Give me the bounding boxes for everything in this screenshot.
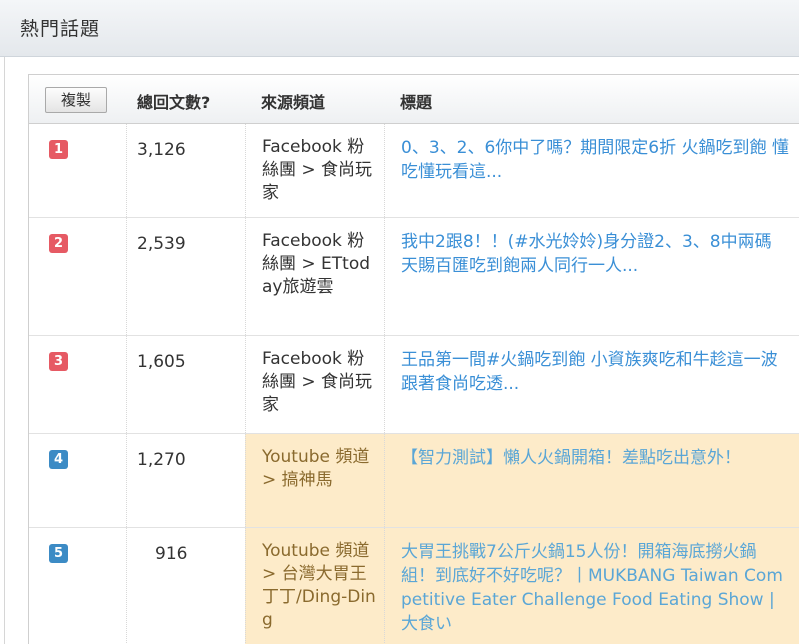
count-cell: 1,605 (126, 336, 245, 433)
rank-badge: 5 (49, 544, 68, 563)
header-source: 來源頻道 (261, 93, 326, 112)
title-cell: 0、3、2、6你中了嗎？期間限定6折 火鍋吃到飽 懂吃懂玩看這... (384, 124, 799, 217)
table-row: 4 1,270 Youtube 頻道 > 搞神馬 【智力測試】懶人火鍋開箱！差點… (29, 434, 799, 528)
header-count[interactable]: 總回文數? (137, 89, 210, 113)
source-cell: Facebook 粉絲團 > ETtoday旅遊雲 (245, 218, 384, 335)
source-channel: Facebook 粉絲團 > 食尚玩家 (262, 349, 373, 415)
rank-cell: 4 (29, 434, 126, 527)
hot-topics-table: 複製 總回文數? 來源頻道 標題 1 3,126 Facebook 粉絲團 > … (28, 74, 799, 644)
count-cell: 2,539 (126, 218, 245, 335)
table-row: 1 3,126 Facebook 粉絲團 > 食尚玩家 0、3、2、6你中了嗎？… (29, 124, 799, 218)
title-cell: 我中2跟8！！(#水光姈姈)身分證2、3、8中兩碼 天賜百匯吃到飽兩人同行一人.… (384, 218, 799, 335)
source-channel: Facebook 粉絲團 > ETtoday旅遊雲 (262, 231, 371, 297)
source-cell: Youtube 頻道 > 台灣大胃王丁丁/Ding-Ding (245, 528, 384, 644)
source-channel: Youtube 頻道 > 台灣大胃王丁丁/Ding-Ding (262, 541, 376, 630)
topic-title-link[interactable]: 大胃王挑戰7公斤火鍋15人份！開箱海底撈火鍋組！到底好不好吃呢？丨MUKBANG… (401, 540, 789, 636)
rank-badge: 4 (49, 450, 68, 469)
source-cell: Facebook 粉絲團 > 食尚玩家 (245, 336, 384, 433)
topic-title-link[interactable]: 王品第一間#火鍋吃到飽 小資族爽吃和牛趁這一波 跟著食尚吃透... (401, 348, 789, 396)
count-cell: 916 (126, 528, 245, 644)
topic-title-link[interactable]: 【智力測試】懶人火鍋開箱！差點吃出意外！ (401, 446, 789, 470)
reply-count: 1,270 (137, 450, 186, 470)
topic-title-link[interactable]: 我中2跟8！！(#水光姈姈)身分證2、3、8中兩碼 天賜百匯吃到飽兩人同行一人.… (401, 230, 789, 278)
rank-cell: 1 (29, 124, 126, 217)
panel-header: 熱門話題 (0, 0, 799, 57)
panel-title: 熱門話題 (20, 18, 101, 40)
source-channel: Youtube 頻道 > 搞神馬 (262, 447, 370, 490)
rank-badge: 2 (49, 234, 68, 253)
header-title: 標題 (400, 93, 433, 112)
count-cell: 3,126 (126, 124, 245, 217)
rank-badge: 3 (49, 352, 68, 371)
title-cell: 大胃王挑戰7公斤火鍋15人份！開箱海底撈火鍋組！到底好不好吃呢？丨MUKBANG… (384, 528, 799, 644)
rank-cell: 2 (29, 218, 126, 335)
title-cell: 王品第一間#火鍋吃到飽 小資族爽吃和牛趁這一波 跟著食尚吃透... (384, 336, 799, 433)
count-cell: 1,270 (126, 434, 245, 527)
table-header: 複製 總回文數? 來源頻道 標題 (29, 75, 799, 124)
copy-button[interactable]: 複製 (45, 87, 107, 113)
source-channel: Facebook 粉絲團 > 食尚玩家 (262, 137, 373, 203)
table-row: 2 2,539 Facebook 粉絲團 > ETtoday旅遊雲 我中2跟8！… (29, 218, 799, 336)
rank-badge: 1 (49, 140, 68, 159)
reply-count: 1,605 (137, 352, 186, 372)
source-cell: Youtube 頻道 > 搞神馬 (245, 434, 384, 527)
reply-count: 916 (155, 544, 188, 564)
table-row: 3 1,605 Facebook 粉絲團 > 食尚玩家 王品第一間#火鍋吃到飽 … (29, 336, 799, 434)
table-row: 5 916 Youtube 頻道 > 台灣大胃王丁丁/Ding-Ding 大胃王… (29, 528, 799, 644)
title-cell: 【智力測試】懶人火鍋開箱！差點吃出意外！ (384, 434, 799, 527)
reply-count: 2,539 (137, 234, 186, 254)
reply-count: 3,126 (137, 140, 186, 160)
rank-cell: 3 (29, 336, 126, 433)
source-cell: Facebook 粉絲團 > 食尚玩家 (245, 124, 384, 217)
topic-title-link[interactable]: 0、3、2、6你中了嗎？期間限定6折 火鍋吃到飽 懂吃懂玩看這... (401, 136, 789, 184)
rank-cell: 5 (29, 528, 126, 644)
